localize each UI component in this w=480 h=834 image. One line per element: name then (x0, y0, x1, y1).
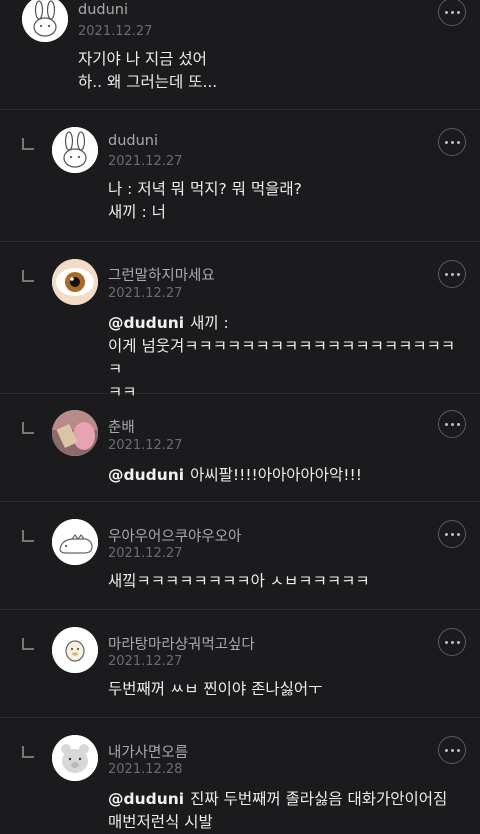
more-options-button[interactable] (438, 628, 466, 656)
comment-author[interactable]: duduni (108, 133, 158, 149)
comment-item: 마라탕마라샹궈먹고싶다 2021.12.27 두번째꺼 ㅆㅂ 찐이야 존나싫어ㅜ (0, 610, 480, 718)
comment-item: 내가사면오름 2021.12.28 @duduni 진짜 두번째꺼 졸라싫음 대화… (0, 718, 480, 831)
rabbit-avatar-icon (22, 0, 68, 42)
photo-avatar-icon (52, 410, 98, 456)
avatar[interactable] (22, 0, 68, 42)
comment-text: @duduni 아씨팔!!!!아아아아아악!!! (108, 464, 468, 487)
comment-author[interactable]: 춘배 (108, 416, 135, 437)
more-options-button[interactable] (438, 0, 466, 26)
comment-text: 자기야 나 지금 섰어 하.. 왜 그러는데 또... (78, 50, 218, 91)
comment-author[interactable]: 내가사면오름 (108, 741, 188, 762)
comment-item: 춘배 2021.12.27 @duduni 아씨팔!!!!아아아아아악!!! (0, 394, 480, 502)
mention-link[interactable]: @duduni (108, 466, 184, 484)
comment-text-content: 아씨팔!!!!아아아아아악!!! (190, 466, 362, 484)
comment-item: 그런말하지마세요 2021.12.27 @duduni 새끼 : 이게 넘웃겨ㅋㅋ… (0, 242, 480, 401)
comment-author[interactable]: 그런말하지마세요 (108, 264, 215, 285)
avatar[interactable] (52, 127, 98, 173)
more-options-button[interactable] (438, 260, 466, 288)
dinosaur-avatar-icon (52, 519, 98, 565)
more-options-button[interactable] (438, 520, 466, 548)
comment-text: 두번째꺼 ㅆㅂ 찐이야 존나싫어ㅜ (108, 680, 323, 698)
bear-avatar-icon (52, 735, 98, 781)
avatar[interactable] (52, 410, 98, 456)
comment-date: 2021.12.28 (108, 762, 183, 777)
comment-date: 2021.12.27 (108, 546, 183, 561)
avatar[interactable] (52, 735, 98, 781)
more-options-button[interactable] (438, 410, 466, 438)
avatar[interactable] (52, 259, 98, 305)
character-avatar-icon (52, 627, 98, 673)
comment-author[interactable]: 우아우어으쿠야우오아 (108, 525, 241, 546)
avatar[interactable] (52, 627, 98, 673)
avatar[interactable] (52, 519, 98, 565)
comment-text: 나 : 저녁 뭐 먹지? 뭐 먹을래? 새끼 : 너 (108, 180, 302, 221)
reply-indent-icon (22, 530, 34, 542)
comment-text: @duduni 진짜 두번째꺼 졸라싫음 대화가안이어짐 매번저런식 시발 (108, 788, 473, 834)
more-options-button[interactable] (438, 736, 466, 764)
rabbit-avatar-icon (52, 127, 98, 173)
comment-text: @duduni 새끼 : 이게 넘웃겨ㅋㅋㅋㅋㅋㅋㅋㅋㅋㅋㅋㅋㅋㅋㅋㅋㅋㅋㅋㅋ ㅋ… (108, 312, 468, 404)
comment-item: 우아우어으쿠야우오아 2021.12.27 새낔ㅋㅋㅋㅋㅋㅋㅋㅋ아 ㅅㅂㅋㅋㅋㅋ… (0, 502, 480, 610)
reply-indent-icon (22, 746, 34, 758)
comment-date: 2021.12.27 (108, 286, 183, 301)
comment-date: 2021.12.27 (108, 154, 183, 169)
comment-text: 새낔ㅋㅋㅋㅋㅋㅋㅋㅋ아 ㅅㅂㅋㅋㅋㅋㅋ (108, 572, 370, 590)
comment-item: duduni 2021.12.27 자기야 나 지금 섰어 하.. 왜 그러는데… (0, 0, 480, 110)
eye-avatar-icon (52, 259, 98, 305)
more-options-button[interactable] (438, 128, 466, 156)
reply-indent-icon (22, 270, 34, 282)
reply-indent-icon (22, 422, 34, 434)
reply-indent-icon (22, 138, 34, 150)
comment-author[interactable]: 마라탕마라샹궈먹고싶다 (108, 633, 255, 654)
mention-link[interactable]: @duduni (108, 314, 184, 332)
mention-link[interactable]: @duduni (108, 790, 184, 808)
comment-date: 2021.12.27 (78, 24, 153, 39)
comment-date: 2021.12.27 (108, 438, 183, 453)
comment-author[interactable]: duduni (78, 2, 128, 18)
comment-date: 2021.12.27 (108, 654, 183, 669)
comment-item: duduni 2021.12.27 나 : 저녁 뭐 먹지? 뭐 먹을래? 새끼… (0, 110, 480, 242)
reply-indent-icon (22, 638, 34, 650)
